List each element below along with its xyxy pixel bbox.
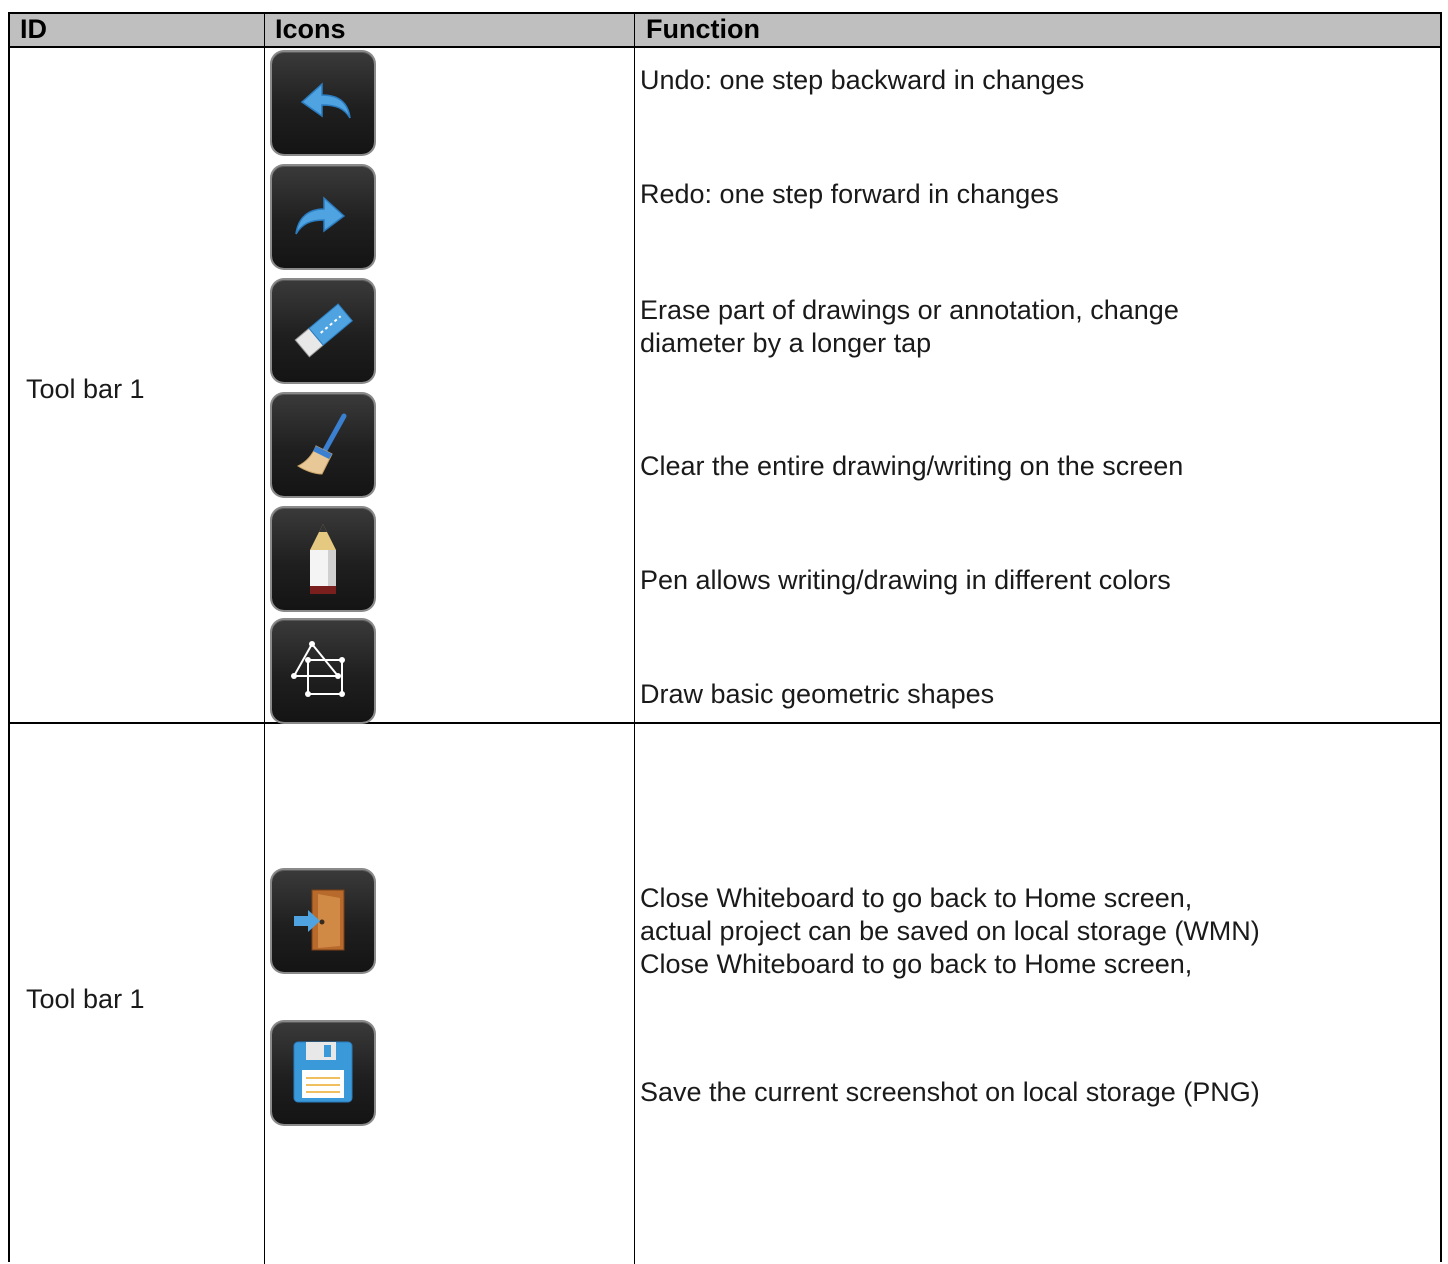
function-text: Pen allows writing/drawing in different …	[640, 565, 1171, 595]
function-text: Erase part of drawings or annotation, ch…	[640, 295, 1179, 358]
eraser-icon	[272, 280, 374, 382]
function-text: Clear the entire drawing/writing on the …	[640, 451, 1184, 481]
shapes-icon	[272, 620, 374, 722]
function-text: Close Whiteboard to go back to Home scre…	[640, 883, 1260, 979]
function-text: Redo: one step forward in changes	[640, 179, 1059, 209]
row-id-label: Tool bar 1	[26, 374, 145, 404]
table-header: ID Icons Function	[10, 14, 1440, 48]
column-divider	[634, 14, 635, 1264]
function-text: Save the current screenshot on local sto…	[640, 1077, 1260, 1107]
row-divider	[10, 722, 1440, 724]
broom-icon	[272, 394, 374, 496]
column-divider	[264, 14, 265, 1264]
header-function: Function	[646, 14, 760, 44]
redo-icon	[272, 166, 374, 268]
row-id-label: Tool bar 1	[26, 984, 145, 1014]
save-disk-icon	[272, 1022, 374, 1124]
undo-icon	[272, 52, 374, 154]
function-text: Draw basic geometric shapes	[640, 679, 995, 709]
header-icons: Icons	[275, 14, 346, 44]
exit-door-icon	[272, 870, 374, 972]
function-text: Undo: one step backward in changes	[640, 65, 1085, 95]
pen-icon	[272, 508, 374, 610]
header-id: ID	[20, 14, 47, 44]
